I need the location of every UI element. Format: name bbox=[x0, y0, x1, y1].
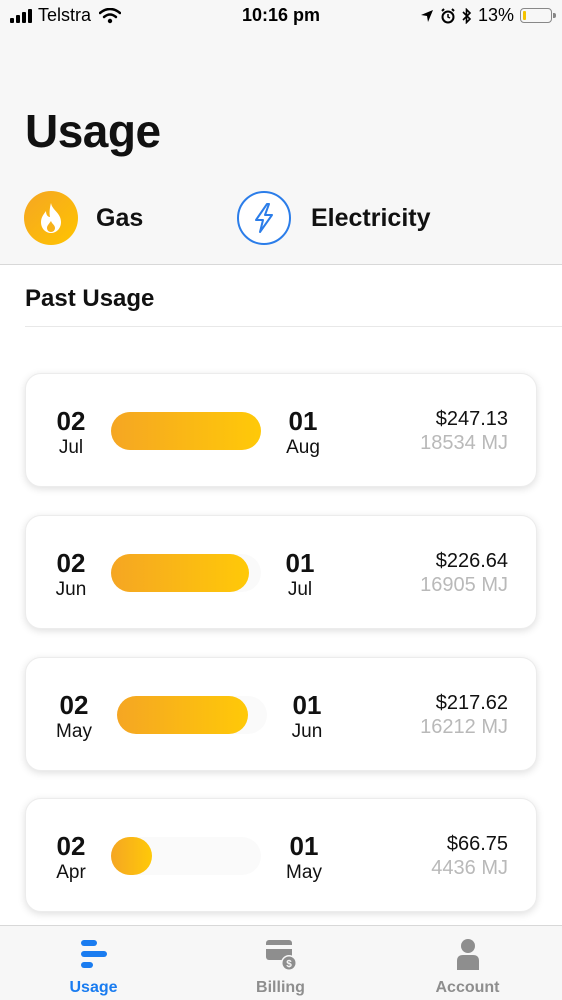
end-day: 01 bbox=[285, 548, 315, 578]
usage-bar-track bbox=[111, 837, 261, 875]
usage-card[interactable]: 02 May 01 Jun $217.62 16212 MJ bbox=[25, 657, 537, 771]
battery-percent: 13% bbox=[477, 5, 514, 25]
start-date: 02 Apr bbox=[41, 831, 101, 885]
energy-usage: 18534 MJ bbox=[420, 432, 508, 454]
electricity-selector[interactable]: Electricity bbox=[237, 191, 431, 245]
person-icon bbox=[456, 939, 479, 970]
page-title: Usage bbox=[25, 105, 161, 157]
start-day: 02 bbox=[56, 831, 86, 861]
cost-amount: $247.13 bbox=[435, 408, 508, 430]
lightning-icon bbox=[255, 203, 273, 233]
end-month: May bbox=[286, 862, 322, 883]
bluetooth-icon bbox=[462, 7, 472, 24]
end-day: 01 bbox=[288, 406, 318, 436]
start-day: 02 bbox=[59, 690, 89, 720]
start-day: 02 bbox=[56, 406, 86, 436]
gas-icon-badge bbox=[24, 191, 78, 245]
usage-card[interactable]: 02 Jun 01 Jul $226.64 16905 MJ bbox=[25, 515, 537, 629]
end-month: Aug bbox=[286, 437, 320, 458]
usage-bar-track bbox=[117, 696, 267, 734]
start-date: 02 Jul bbox=[41, 406, 101, 460]
usage-header: Usage Gas Electricity bbox=[0, 34, 562, 265]
cost-amount: $66.75 bbox=[446, 833, 508, 855]
billing-card-icon: $ bbox=[265, 940, 297, 971]
tab-usage[interactable]: Usage bbox=[0, 926, 187, 1000]
electricity-icon-badge bbox=[237, 191, 291, 245]
start-date: 02 May bbox=[44, 690, 104, 744]
start-month: May bbox=[56, 721, 92, 742]
end-month: Jun bbox=[291, 721, 323, 742]
end-day: 01 bbox=[292, 690, 322, 720]
usage-card[interactable]: 02 Apr 01 May $66.75 4436 MJ bbox=[25, 798, 537, 912]
tab-label: Usage bbox=[69, 979, 118, 996]
tab-label: Account bbox=[435, 979, 500, 996]
end-date: 01 Aug bbox=[273, 406, 333, 460]
tab-account[interactable]: Account bbox=[374, 926, 561, 1000]
electricity-label: Electricity bbox=[311, 203, 431, 232]
usage-bar-fill bbox=[111, 554, 249, 592]
usage-bar-fill bbox=[111, 412, 261, 450]
usage-card[interactable]: 02 Jul 01 Aug $247.13 18534 MJ bbox=[25, 373, 537, 487]
tab-label: Billing bbox=[256, 979, 305, 996]
status-bar: Telstra 10:16 pm 13% bbox=[0, 0, 562, 34]
start-month: Jun bbox=[55, 579, 87, 600]
start-month: Apr bbox=[56, 862, 86, 883]
gas-label: Gas bbox=[96, 203, 144, 232]
end-day: 01 bbox=[289, 831, 319, 861]
usage-bars-icon bbox=[80, 940, 107, 968]
cost-amount: $217.62 bbox=[435, 692, 508, 714]
end-date: 01 Jul bbox=[270, 548, 330, 602]
location-arrow-icon bbox=[420, 9, 433, 22]
energy-usage: 16905 MJ bbox=[420, 574, 508, 596]
svg-text:$: $ bbox=[286, 959, 292, 970]
gas-selector[interactable]: Gas bbox=[24, 191, 143, 245]
battery-icon bbox=[520, 8, 556, 23]
start-month: Jul bbox=[58, 437, 84, 458]
end-month: Jul bbox=[287, 579, 313, 600]
section-title: Past Usage bbox=[25, 285, 155, 312]
energy-usage: 4436 MJ bbox=[431, 857, 508, 879]
usage-bar-track bbox=[111, 554, 261, 592]
alarm-clock-icon bbox=[441, 7, 455, 23]
usage-bar-fill bbox=[111, 837, 152, 875]
start-date: 02 Jun bbox=[41, 548, 101, 602]
end-date: 01 Jun bbox=[277, 690, 337, 744]
status-right: 13% bbox=[420, 5, 556, 26]
start-day: 02 bbox=[56, 548, 86, 578]
usage-bar-track bbox=[111, 412, 261, 450]
tab-billing[interactable]: $ Billing bbox=[187, 926, 374, 1000]
divider bbox=[25, 326, 562, 327]
tab-bar: Usage $ Billing Account bbox=[0, 925, 562, 1000]
usage-bar-fill bbox=[117, 696, 248, 734]
energy-usage: 16212 MJ bbox=[420, 716, 508, 738]
cost-amount: $226.64 bbox=[435, 550, 508, 572]
end-date: 01 May bbox=[274, 831, 334, 885]
flame-icon bbox=[41, 203, 61, 233]
